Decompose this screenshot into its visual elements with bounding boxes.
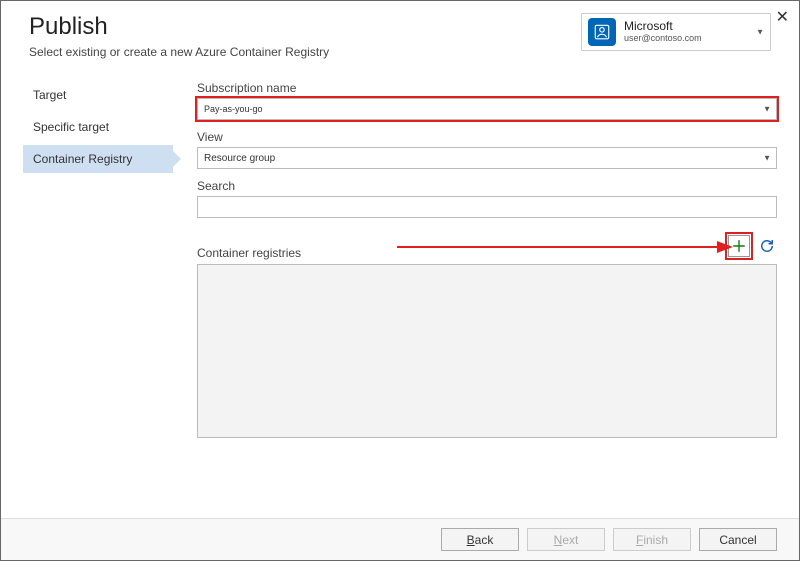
wizard-nav: Target Specific target Container Registr… [23,75,173,438]
back-button[interactable]: Back [441,528,519,551]
page-title: Publish [29,13,329,41]
subscription-dropdown[interactable]: Pay-as-you-go ▼ [197,98,777,120]
refresh-button[interactable] [757,236,777,256]
footer: Back Next Finish Cancel [1,518,799,560]
registries-label: Container registries [197,246,301,260]
account-name: Microsoft [624,20,702,33]
view-dropdown[interactable]: Resource group ▼ [197,147,777,169]
account-badge-icon [588,18,616,46]
account-email: user@contoso.com [624,34,702,44]
page-subtitle: Select existing or create a new Azure Co… [29,45,329,59]
account-picker[interactable]: Microsoft user@contoso.com ▼ [581,13,771,51]
subscription-field: Subscription name Pay-as-you-go ▼ [197,81,777,120]
nav-item-target[interactable]: Target [23,81,173,109]
registries-header: Container registries [197,232,777,260]
account-text: Microsoft user@contoso.com [624,20,702,43]
form-area: Subscription name Pay-as-you-go ▼ View R… [173,75,777,438]
body: Target Specific target Container Registr… [1,69,799,438]
title-block: Publish Select existing or create a new … [29,13,329,69]
view-value: Resource group [204,153,275,164]
chevron-down-icon: ▼ [763,154,771,163]
search-field: Search [197,179,777,218]
search-input[interactable] [197,196,777,218]
subscription-value: Pay-as-you-go [204,104,263,114]
chevron-down-icon: ▼ [756,28,764,37]
nav-item-specific-target[interactable]: Specific target [23,113,173,141]
chevron-down-icon: ▼ [763,105,771,114]
view-label: View [197,130,777,144]
view-field: View Resource group ▼ [197,130,777,169]
refresh-icon [758,237,776,255]
registries-list[interactable] [197,264,777,438]
cancel-button[interactable]: Cancel [699,528,777,551]
callout-arrow [397,238,737,256]
finish-button: Finish [613,528,691,551]
header: Publish Select existing or create a new … [1,1,799,69]
nav-item-container-registry[interactable]: Container Registry [23,145,173,173]
search-label: Search [197,179,777,193]
publish-dialog: ✕ Publish Select existing or create a ne… [0,0,800,561]
close-icon[interactable]: ✕ [776,7,789,27]
subscription-label: Subscription name [197,81,777,95]
next-button: Next [527,528,605,551]
